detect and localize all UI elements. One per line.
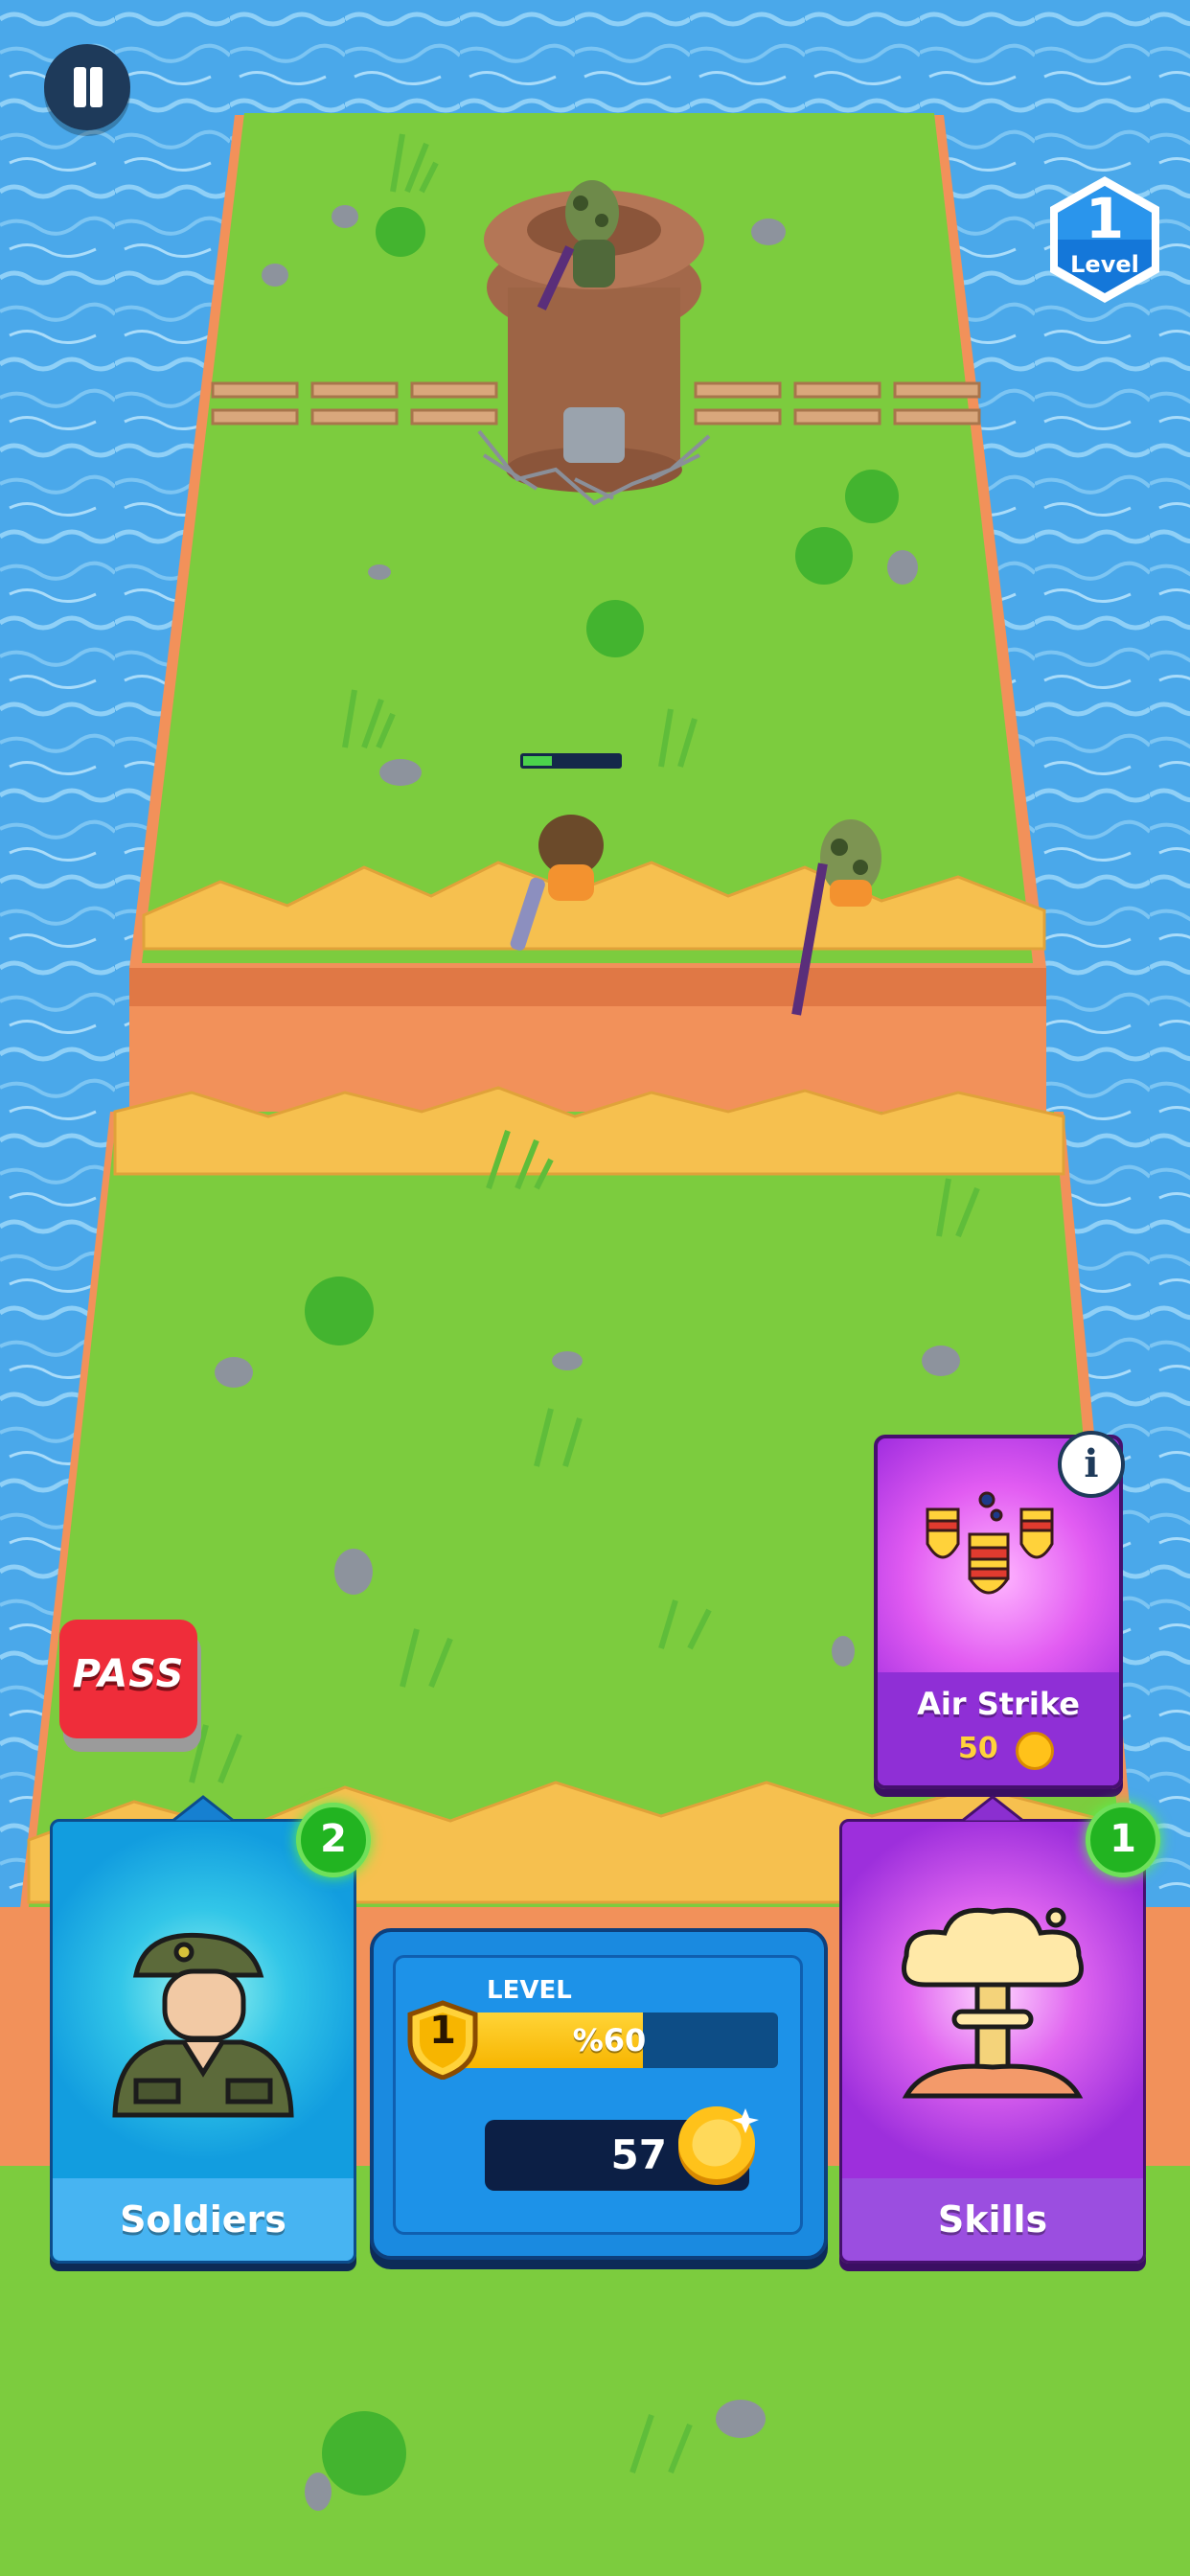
card-arrow-up-icon bbox=[959, 1795, 1026, 1824]
level-badge: 1 Level bbox=[1044, 172, 1165, 307]
coin-count: 57 bbox=[610, 2131, 667, 2178]
pause-button[interactable] bbox=[44, 44, 130, 130]
skills-badge: 1 bbox=[1086, 1803, 1160, 1877]
mushroom-cloud-icon bbox=[902, 1907, 1084, 2099]
soldiers-card[interactable]: Soldiers 2 bbox=[50, 1795, 371, 2264]
soldiers-card-label: Soldiers bbox=[53, 2178, 354, 2261]
info-icon: i bbox=[1084, 1441, 1099, 1486]
soldiers-card-art bbox=[53, 1822, 354, 2178]
player-level-label: LEVEL bbox=[487, 1976, 572, 2005]
air-strike-footer: Air Strike 50 bbox=[878, 1672, 1119, 1785]
air-strike-title: Air Strike bbox=[917, 1686, 1080, 1722]
coin-icon bbox=[1016, 1732, 1054, 1770]
coin-icon bbox=[678, 2106, 759, 2185]
soldier-icon bbox=[112, 1932, 294, 2118]
info-button[interactable]: i bbox=[1058, 1431, 1125, 1498]
pass-button[interactable]: PASS bbox=[59, 1620, 201, 1754]
skills-card[interactable]: Skills 1 bbox=[839, 1795, 1160, 2264]
xp-percent: %60 bbox=[572, 2022, 647, 2058]
bombs-icon bbox=[926, 1491, 1054, 1595]
dirt-path bbox=[129, 987, 1046, 1121]
skills-card-label: Skills bbox=[842, 2178, 1143, 2261]
air-strike-cost: 50 bbox=[958, 1732, 998, 1765]
progress-panel: LEVEL %60 1 57 bbox=[370, 1928, 828, 2260]
level-label: Level bbox=[1070, 251, 1139, 278]
soldiers-badge: 2 bbox=[296, 1803, 371, 1877]
skills-card-art bbox=[842, 1822, 1143, 2178]
progress-panel-inner bbox=[393, 1955, 803, 2235]
player-level-number: 1 bbox=[429, 2009, 456, 2053]
pass-button-label: PASS bbox=[72, 1652, 185, 1696]
card-arrow-up-icon bbox=[170, 1795, 237, 1824]
level-number: 1 bbox=[1085, 186, 1125, 251]
pause-icon bbox=[74, 67, 86, 107]
pause-icon-bar bbox=[90, 67, 103, 107]
xp-bar: %60 bbox=[441, 2012, 778, 2068]
